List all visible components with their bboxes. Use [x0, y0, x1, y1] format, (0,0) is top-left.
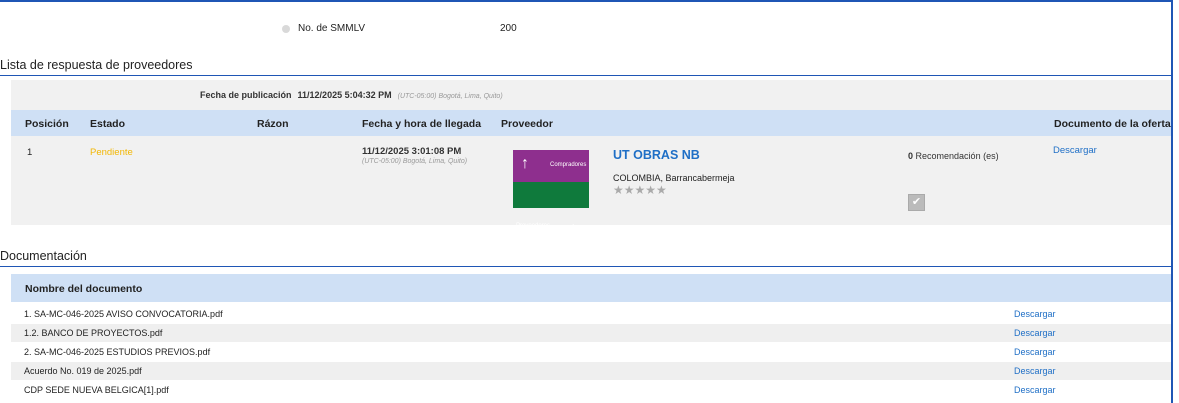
- info-dot-icon: [282, 24, 290, 33]
- header-posicion: Posición: [25, 118, 69, 130]
- header-nombre-documento: Nombre del documento: [25, 283, 143, 295]
- status-badge: Pendiente: [90, 147, 133, 158]
- row-fecha-timezone: (UTC-05:00) Bogotá, Lima, Quito): [362, 158, 468, 165]
- table-row: 1. SA-MC-046-2025 AVISO CONVOCATORIA.pdf…: [11, 305, 1171, 323]
- document-name: 2. SA-MC-046-2025 ESTUDIOS PREVIOS.pdf: [24, 347, 211, 357]
- row-posicion: 1: [27, 147, 33, 158]
- documentos-table-header: Nombre del documento: [11, 274, 1171, 302]
- header-documento: Documento de la oferta: [1054, 118, 1171, 130]
- descargar-link[interactable]: Descargar: [1014, 366, 1056, 376]
- table-row: 2. SA-MC-046-2025 ESTUDIOS PREVIOS.pdf D…: [11, 343, 1171, 361]
- descargar-link[interactable]: Descargar: [1014, 347, 1056, 357]
- recomendaciones: 0 Recomendación (es): [908, 151, 999, 161]
- publicacion-row: Fecha de publicación 11/12/2025 5:04:32 …: [200, 90, 503, 100]
- header-estado: Estado: [90, 118, 126, 130]
- row-fecha: 11/12/2025 3:01:08 PM: [362, 146, 462, 157]
- smmlv-field: No. de SMMLV: [282, 23, 365, 34]
- publicacion-value: 11/12/2025 5:04:32 PM: [297, 90, 392, 100]
- descargar-link[interactable]: Descargar: [1014, 385, 1056, 395]
- proveedor-location: COLOMBIA, Barrancabermeja: [613, 173, 735, 183]
- proveedor-name-link[interactable]: UT OBRAS NB: [613, 148, 700, 162]
- table-row: 1.2. BANCO DE PROYECTOS.pdf Descargar: [11, 324, 1171, 342]
- header-fecha: Fecha y hora de llegada: [362, 118, 482, 130]
- logo-top-band: ↑ Compradores: [513, 150, 589, 182]
- proveedor-logo: ↑ Compradores Proveedores ⌂: [513, 150, 589, 234]
- document-name: Acuerdo No. 019 de 2025.pdf: [24, 366, 142, 376]
- descargar-link[interactable]: Descargar: [1014, 328, 1056, 338]
- descargar-link[interactable]: Descargar: [1014, 309, 1056, 319]
- recomendaciones-count: 0: [908, 151, 914, 161]
- document-name: CDP SEDE NUEVA BELGICA[1].pdf: [24, 385, 169, 395]
- smmlv-label: No. de SMMLV: [298, 23, 366, 34]
- document-name: 1.2. BANCO DE PROYECTOS.pdf: [24, 328, 163, 338]
- section-title-respuestas: Lista de respuesta de proveedores: [0, 58, 1173, 76]
- table-row: CDP SEDE NUEVA BELGICA[1].pdf Descargar: [11, 381, 1171, 399]
- publicacion-timezone: (UTC-05:00) Bogotá, Lima, Quito): [397, 93, 503, 100]
- proveedores-table-header: Posición Estado Rázon Fecha y hora de ll…: [11, 110, 1171, 136]
- header-razon: Rázon: [257, 118, 289, 130]
- section-title-documentacion: Documentación: [0, 249, 1173, 267]
- check-icon[interactable]: ✔: [908, 194, 925, 211]
- logo-compradores-text: Compradores: [550, 162, 587, 168]
- descargar-oferta-link[interactable]: Descargar: [1053, 145, 1097, 156]
- publicacion-label: Fecha de publicación: [200, 90, 292, 100]
- document-name: 1. SA-MC-046-2025 AVISO CONVOCATORIA.pdf: [24, 309, 223, 319]
- table-row: Acuerdo No. 019 de 2025.pdf Descargar: [11, 362, 1171, 380]
- header-proveedor: Proveedor: [501, 118, 553, 130]
- person-icon: ↑: [521, 155, 529, 172]
- recomendaciones-label: Recomendación (es): [915, 151, 999, 161]
- logo-bottom-band: Proveedores ⌂: [513, 182, 589, 234]
- logo-proveedores-text: Proveedores: [516, 223, 551, 229]
- house-icon: ⌂: [569, 219, 578, 235]
- smmlv-value: 200: [500, 23, 517, 34]
- rating-stars: ★★★★★: [613, 183, 667, 197]
